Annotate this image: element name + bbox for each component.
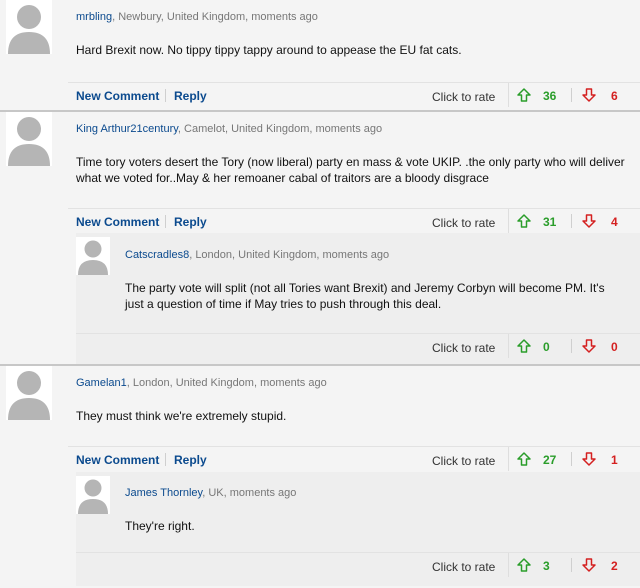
reply-link[interactable]: Reply [174,215,207,229]
comment-actions: Click to rate 0 0 [76,333,640,358]
down-vote-count: 2 [611,559,618,573]
rating-box: 0 0 [508,334,640,358]
author-location-time: , London, United Kingdom, moments ago [126,377,327,389]
author-location-time: , London, United Kingdom, moments ago [189,249,390,261]
rating-box: 36 6 [508,83,640,107]
user-silhouette-icon [6,112,52,166]
author-name[interactable]: James Thornley [125,487,202,499]
comment-text: They're right. [125,519,195,533]
up-vote-count: 3 [543,559,550,573]
click-to-rate-label: Click to rate [432,90,496,104]
author-location-time: , Newbury, United Kingdom, moments ago [112,11,318,23]
reply-comment: Catscradles8, London, United Kingdom, mo… [76,233,640,364]
rating-box: 31 4 [508,209,640,233]
rating-box: 27 1 [508,447,640,471]
thumb-down-arrow-icon[interactable] [582,452,596,469]
thumb-up-arrow-icon[interactable] [517,452,531,469]
comment-actions: New Comment Reply Click to rate 36 6 [68,82,640,107]
thumb-up-arrow-icon[interactable] [517,214,531,231]
author-name[interactable]: Gamelan1 [76,377,127,389]
new-comment-link[interactable]: New Comment [76,453,159,467]
rating-box: 3 2 [508,553,640,577]
author-name[interactable]: mrbling [76,11,112,23]
author-location-time: , UK, moments ago [202,487,297,499]
up-vote-count: 31 [543,215,557,229]
comment-meta: Gamelan1, London, United Kingdom, moment… [76,377,327,389]
down-vote-count: 1 [611,453,618,467]
reply-comment: James Thornley, UK, moments ago They're … [76,472,640,586]
click-to-rate-label: Click to rate [432,454,496,468]
thumb-down-arrow-icon[interactable] [582,214,596,231]
thumb-up-arrow-icon[interactable] [517,339,531,356]
up-vote-count: 0 [543,340,550,354]
up-vote-count: 36 [543,89,557,103]
comment-text: Time tory voters desert the Tory (now li… [76,155,625,185]
comment-meta: James Thornley, UK, moments ago [125,487,296,499]
comment-actions: New Comment Reply Click to rate 27 1 [68,446,640,471]
comment-text: The party vote will split (not all Torie… [125,281,605,311]
comment-actions: New Comment Reply Click to rate 31 4 [68,208,640,233]
new-comment-link[interactable]: New Comment [76,89,159,103]
comment-actions: Click to rate 3 2 [76,552,640,577]
thumb-up-arrow-icon[interactable] [517,558,531,575]
down-vote-count: 6 [611,89,618,103]
click-to-rate-label: Click to rate [432,341,496,355]
down-vote-count: 0 [611,340,618,354]
thumb-down-arrow-icon[interactable] [582,88,596,105]
reply-link[interactable]: Reply [174,453,207,467]
thumb-up-arrow-icon[interactable] [517,88,531,105]
user-silhouette-icon [6,0,52,54]
new-comment-link[interactable]: New Comment [76,215,159,229]
comment-meta: mrbling, Newbury, United Kingdom, moment… [76,11,318,23]
comment-text: They must think we're extremely stupid. [76,409,287,423]
author-location-time: , Camelot, United Kingdom, moments ago [177,123,383,135]
comment-text: Hard Brexit now. No tippy tippy tappy ar… [76,43,462,57]
comment: King Arthur21century, Camelot, United Ki… [0,112,640,364]
reply-link[interactable]: Reply [174,89,207,103]
user-silhouette-icon [6,366,52,420]
user-silhouette-icon [76,237,110,275]
thumb-down-arrow-icon[interactable] [582,558,596,575]
author-name[interactable]: King Arthur21century [76,123,178,135]
down-vote-count: 4 [611,215,618,229]
comment: mrbling, Newbury, United Kingdom, moment… [0,0,640,111]
comment-meta: King Arthur21century, Camelot, United Ki… [76,123,382,135]
user-silhouette-icon [76,476,110,514]
author-name[interactable]: Catscradles8 [125,249,189,261]
click-to-rate-label: Click to rate [432,560,496,574]
comment: Gamelan1, London, United Kingdom, moment… [0,366,640,588]
comment-meta: Catscradles8, London, United Kingdom, mo… [125,249,389,261]
thumb-down-arrow-icon[interactable] [582,339,596,356]
click-to-rate-label: Click to rate [432,216,496,230]
up-vote-count: 27 [543,453,557,467]
